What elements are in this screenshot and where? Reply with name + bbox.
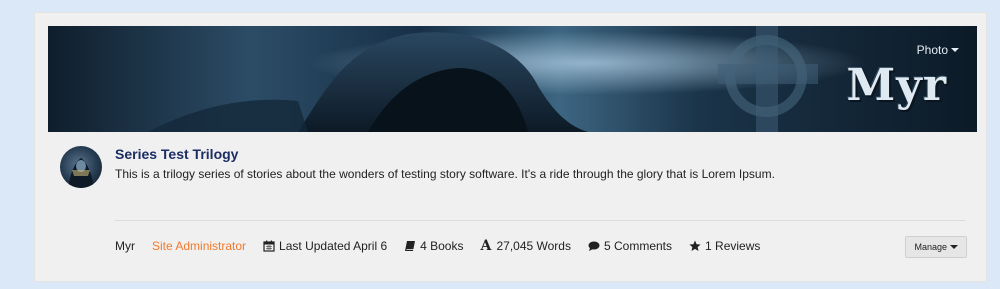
chevron-down-icon <box>950 245 958 249</box>
banner-brand-text: Myr <box>846 60 947 111</box>
banner-image: Photo Myr <box>48 26 977 132</box>
divider <box>115 220 966 221</box>
last-updated-text: Last Updated April 6 <box>279 239 388 253</box>
word-count: A 27,045 Words <box>480 239 571 253</box>
photo-label: Photo <box>916 43 948 57</box>
series-meta-bar: Myr Site Administrator Last Updated Apri… <box>115 239 777 253</box>
banner-art <box>48 26 977 132</box>
comments-count-text: 5 Comments <box>603 239 673 253</box>
series-description: This is a trilogy series of stories abou… <box>115 167 775 181</box>
chevron-down-icon <box>951 48 959 52</box>
word-count-text: 27,045 Words <box>496 239 571 253</box>
author-link[interactable]: Myr <box>115 239 135 253</box>
avatar-image <box>68 158 94 188</box>
font-icon: A <box>480 238 492 254</box>
photo-dropdown-button[interactable]: Photo <box>917 43 959 57</box>
manage-label: Manage <box>914 242 947 252</box>
calendar-icon <box>263 240 275 252</box>
star-icon <box>689 240 701 252</box>
books-count-text: 4 Books <box>420 239 464 253</box>
last-updated: Last Updated April 6 <box>263 239 387 253</box>
author-role-link[interactable]: Site Administrator <box>152 239 246 253</box>
book-icon <box>404 240 416 252</box>
comment-icon <box>588 240 600 252</box>
reviews-count-text: 1 Reviews <box>705 239 761 253</box>
series-card: Photo Myr Series Test Trilogy This is a … <box>34 12 987 282</box>
reviews-link[interactable]: 1 Reviews <box>689 239 760 253</box>
author-avatar[interactable] <box>60 146 102 188</box>
series-title[interactable]: Series Test Trilogy <box>115 146 238 162</box>
books-count: 4 Books <box>404 239 463 253</box>
comments-link[interactable]: 5 Comments <box>588 239 672 253</box>
manage-dropdown-button[interactable]: Manage <box>905 236 967 258</box>
